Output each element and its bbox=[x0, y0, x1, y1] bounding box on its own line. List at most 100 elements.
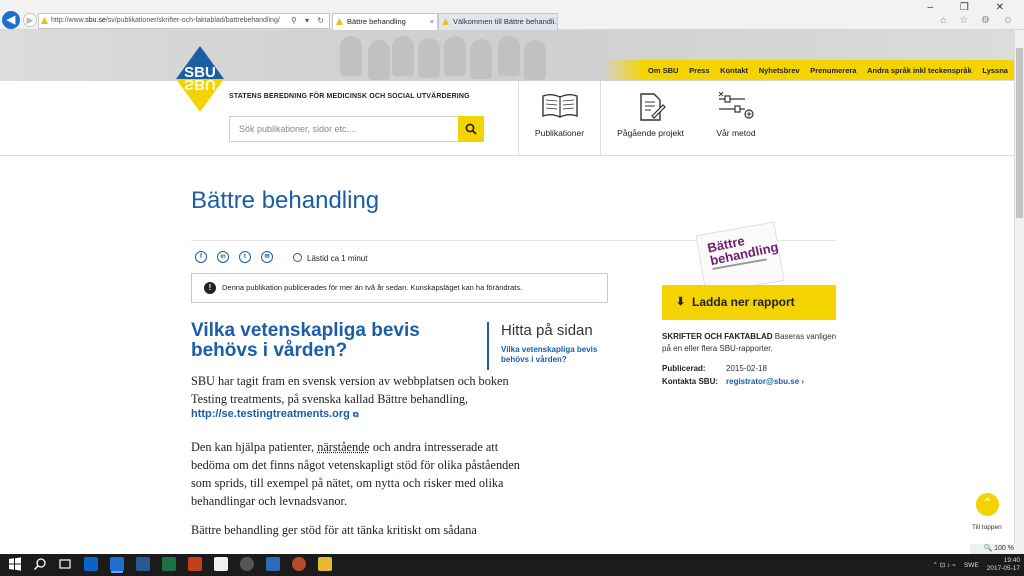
excel-icon[interactable] bbox=[162, 557, 176, 571]
browser-tab[interactable]: Välkommen till Bättre behandli... bbox=[438, 13, 558, 30]
photo-person bbox=[524, 40, 546, 80]
publication-type: SKRIFTER OCH FAKTABLAD Baseras vanligen … bbox=[662, 331, 837, 355]
link-text: http://se.testingtreatments.org bbox=[191, 408, 350, 420]
tray-icons[interactable]: ⌃ ⊡ ♪ ⌁ bbox=[932, 561, 955, 569]
app-icon[interactable] bbox=[240, 557, 254, 571]
tab-label: Bättre behandling bbox=[347, 17, 406, 26]
paragraph-3: Bättre behandling ger stöd för att tänka… bbox=[191, 523, 477, 537]
top-nav-andra-sprak[interactable]: Andra språk inkl teckenspråk bbox=[867, 66, 972, 75]
app-icon[interactable] bbox=[292, 557, 306, 571]
url-domain: sbu.se bbox=[85, 17, 106, 24]
logo-text-reflection: SBU bbox=[184, 76, 216, 93]
to-top-button[interactable]: ⌃ bbox=[976, 493, 999, 516]
site-header bbox=[0, 81, 1024, 156]
download-report-button[interactable]: ⬇ Ladda ner rapport bbox=[662, 285, 836, 320]
method-icon bbox=[718, 92, 754, 119]
screen: ◀ ▶ http://www.sbu.se/sv/publikationer/s… bbox=[0, 0, 1024, 576]
contact-row: Kontakta SBU: registrator@sbu.se › bbox=[662, 377, 804, 386]
app-5-icon[interactable] bbox=[266, 557, 280, 571]
report-cover[interactable]: Bättre behandling bbox=[695, 221, 785, 295]
browser-chrome: ◀ ▶ http://www.sbu.se/sv/publikationer/s… bbox=[0, 0, 1024, 30]
photo-person bbox=[340, 36, 362, 76]
to-top-label: Till toppen bbox=[972, 524, 1002, 531]
photo-person bbox=[418, 38, 440, 78]
taskbar: ⌃ ⊡ ♪ ⌁ SWE 19:40 2017-05-17 bbox=[0, 554, 1024, 576]
published-value: 2015-02-18 bbox=[726, 364, 767, 373]
photo-person bbox=[470, 39, 492, 79]
top-nav-kontakt[interactable]: Kontakt bbox=[720, 66, 748, 75]
forward-button[interactable]: ▶ bbox=[23, 13, 37, 27]
email-icon[interactable]: ✉ bbox=[261, 251, 273, 263]
powerpoint-icon[interactable] bbox=[188, 557, 202, 571]
type-label: SKRIFTER OCH FAKTABLAD bbox=[662, 332, 773, 341]
tab-close-icon[interactable]: × bbox=[430, 14, 434, 30]
contact-label: Kontakta SBU: bbox=[662, 377, 719, 386]
internet-explorer-icon[interactable] bbox=[110, 557, 124, 571]
file-explorer-icon[interactable] bbox=[318, 557, 332, 571]
clock[interactable]: 19:40 2017-05-17 bbox=[987, 557, 1020, 573]
zoom-level[interactable]: 🔍 100 % bbox=[970, 544, 1024, 554]
on-page-toc: Hitta på sidan Vilka vetenskapliga bevis… bbox=[487, 322, 612, 370]
address-controls[interactable]: ⚲ ▾ ↻ bbox=[291, 14, 327, 28]
top-nav-prenumerera[interactable]: Prenumerera bbox=[810, 66, 856, 75]
back-button[interactable]: ◀ bbox=[2, 11, 20, 29]
windows-start-icon[interactable] bbox=[8, 557, 22, 571]
nav-var-metod[interactable]: Vår metod bbox=[700, 81, 772, 156]
search-input[interactable]: Sök publikationer, sidor etc.... bbox=[229, 116, 459, 142]
paragraph-1: SBU har tagit fram en svensk version av … bbox=[191, 374, 509, 406]
url-prefix: http://www. bbox=[51, 17, 86, 24]
download-icon: ⬇ bbox=[676, 296, 686, 308]
top-nav-fade bbox=[604, 60, 644, 80]
facebook-icon[interactable]: f bbox=[195, 251, 207, 263]
toc-heading: Hitta på sidan bbox=[501, 322, 593, 339]
document-edit-icon bbox=[639, 93, 666, 121]
scrollbar-thumb[interactable] bbox=[1016, 48, 1023, 218]
toc-link[interactable]: Vilka vetenskapliga bevis behövs i vårde… bbox=[501, 345, 611, 365]
search-button[interactable] bbox=[458, 116, 484, 142]
task-view-icon[interactable] bbox=[58, 557, 72, 571]
clock-icon bbox=[293, 253, 302, 262]
nav-label: Vår metod bbox=[716, 128, 756, 138]
paragraph-2: Den kan hjälpa patienter, närstående och… bbox=[191, 438, 531, 510]
photo-person bbox=[498, 36, 520, 76]
word-icon[interactable] bbox=[136, 557, 150, 571]
external-link[interactable]: http://se.testingtreatments.org ⧉ bbox=[191, 408, 359, 420]
top-nav-press[interactable]: Press bbox=[689, 66, 709, 75]
window-controls[interactable]: – ❐ ✕ bbox=[928, 2, 1016, 13]
glossary-link[interactable]: närstående bbox=[317, 440, 370, 454]
tab-label: Välkommen till Bättre behandli... bbox=[453, 17, 558, 26]
search-icon bbox=[465, 123, 477, 135]
nav-pagaende-projekt[interactable]: Pågående projekt bbox=[600, 81, 700, 156]
twitter-icon[interactable]: t bbox=[239, 251, 251, 263]
nav-publikationer[interactable]: Publikationer bbox=[518, 81, 600, 156]
org-name: STATENS BEREDNING FÖR MEDICINSK OCH SOCI… bbox=[229, 93, 470, 100]
address-bar[interactable]: http://www.sbu.se/sv/publikationer/skrif… bbox=[38, 13, 330, 29]
contact-email-link[interactable]: registrator@sbu.se › bbox=[726, 377, 804, 386]
paragraph-2-start: Den kan hjälpa patienter, bbox=[191, 440, 318, 454]
browser-tab-active[interactable]: Bättre behandling × bbox=[332, 13, 438, 30]
top-nav-lyssna[interactable]: Lyssna bbox=[982, 66, 1008, 75]
photo-person bbox=[392, 36, 414, 76]
notice-text: Denna publikation publicerades för mer ä… bbox=[222, 283, 523, 292]
sbu-logo[interactable]: SBU SBU bbox=[176, 46, 224, 112]
search-icon[interactable] bbox=[33, 557, 47, 571]
top-nav-nyhetsbrev[interactable]: Nyhetsbrev bbox=[759, 66, 800, 75]
age-notice: ! Denna publikation publicerades för mer… bbox=[191, 273, 608, 303]
language-indicator[interactable]: SWE bbox=[964, 562, 979, 569]
site-favicon-icon bbox=[41, 17, 48, 24]
read-time: Lästid ca 1 minut bbox=[293, 253, 367, 263]
url-path: /sv/publikationer/skrifter-och-faktablad… bbox=[105, 17, 280, 24]
nav-label: Publikationer bbox=[534, 128, 585, 138]
tab-favicon-icon bbox=[442, 18, 449, 25]
acrobat-icon[interactable] bbox=[214, 557, 228, 571]
system-tray: ⌃ ⊡ ♪ ⌁ SWE 19:40 2017-05-17 bbox=[932, 556, 1020, 574]
browser-toolbar-icons[interactable]: ⌂ ☆ ⚙ ☺ bbox=[940, 15, 1018, 26]
book-icon bbox=[541, 94, 578, 118]
external-link-icon: ⧉ bbox=[352, 410, 359, 419]
exclamation-icon: ! bbox=[204, 282, 216, 294]
outlook-icon[interactable] bbox=[84, 557, 98, 571]
published-label: Publicerad: bbox=[662, 364, 706, 373]
top-nav: Om SBU Press Kontakt Nyhetsbrev Prenumer… bbox=[640, 60, 1015, 80]
linkedin-icon[interactable]: in bbox=[217, 251, 229, 263]
top-nav-om-sbu[interactable]: Om SBU bbox=[648, 66, 678, 75]
